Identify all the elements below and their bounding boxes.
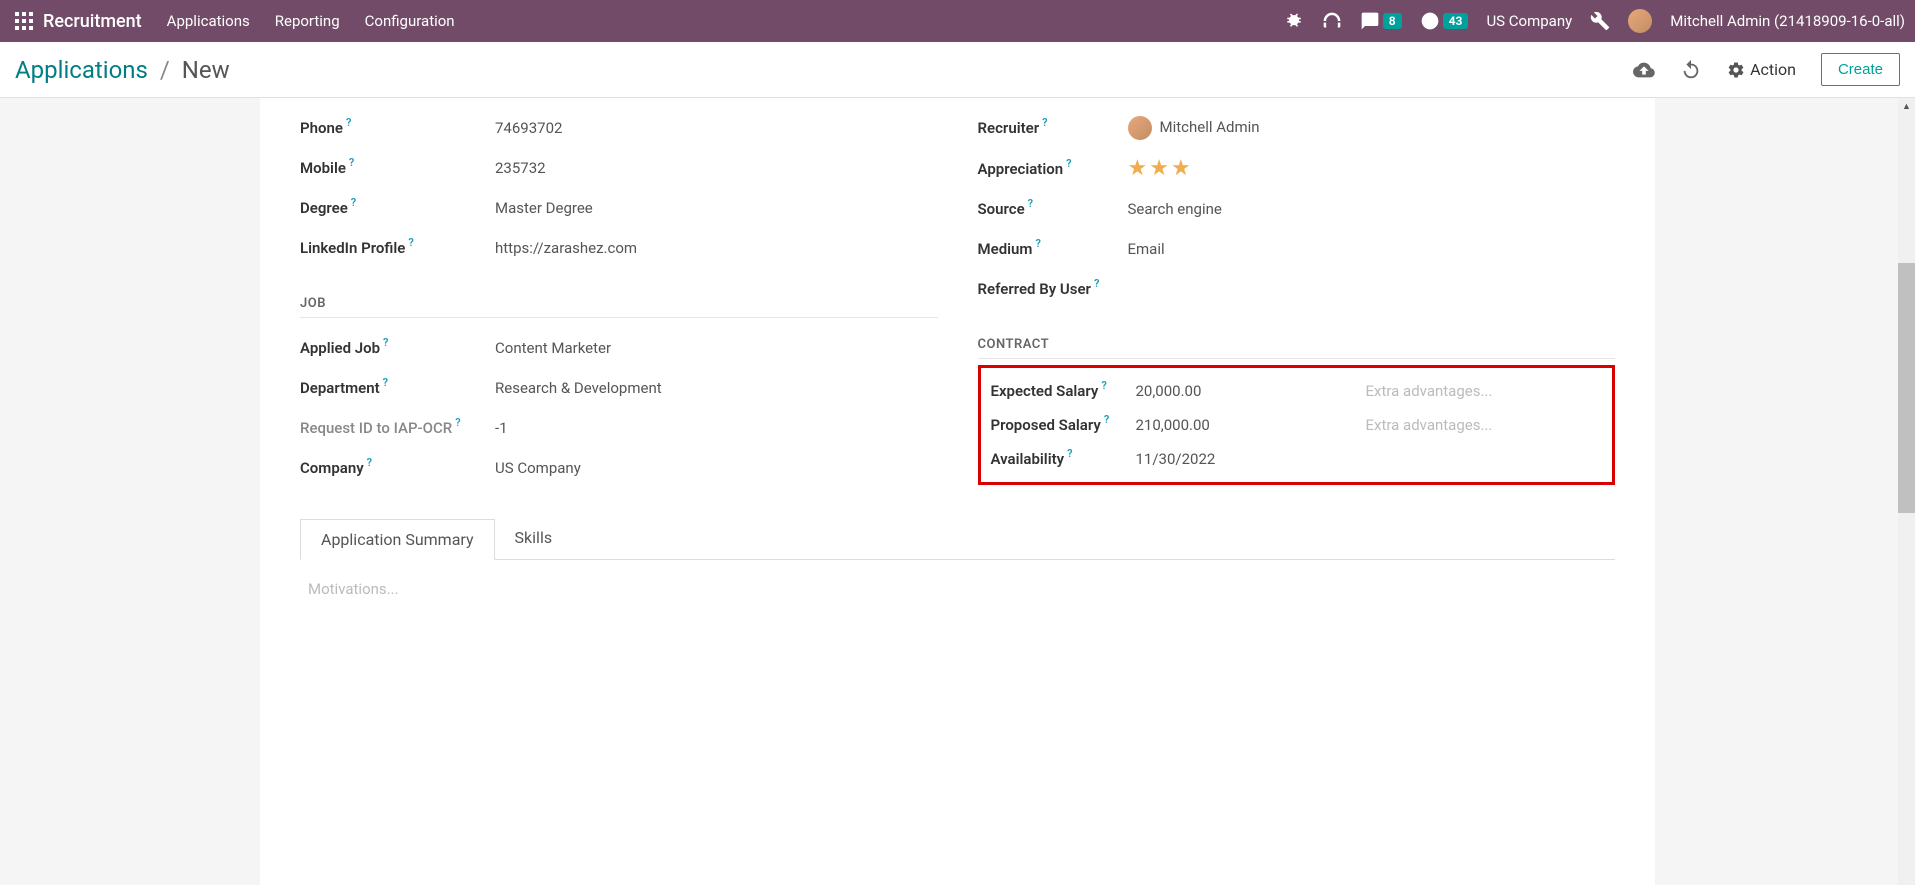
- recruiter-avatar: [1128, 116, 1152, 140]
- right-column: Recruiter? Mitchell Admin Appreciation? …: [978, 108, 1616, 488]
- help-icon[interactable]: ?: [346, 116, 351, 129]
- star-icon[interactable]: ★: [1171, 156, 1191, 181]
- value-linkedin[interactable]: https://zarashez.com: [495, 239, 938, 257]
- help-icon[interactable]: ?: [349, 156, 354, 169]
- value-source[interactable]: Search engine: [1128, 200, 1616, 218]
- help-icon[interactable]: ?: [383, 336, 388, 349]
- discard-icon[interactable]: [1680, 59, 1702, 81]
- label-request-id: Request ID to IAP-OCR: [300, 419, 452, 437]
- label-mobile: Mobile: [300, 159, 346, 177]
- app-name: Recruitment: [43, 11, 142, 32]
- value-medium[interactable]: Email: [1128, 240, 1616, 258]
- help-icon[interactable]: ?: [1028, 197, 1033, 210]
- bug-icon[interactable]: [1284, 11, 1304, 31]
- section-contract-header: CONTRACT: [978, 337, 1616, 359]
- help-icon[interactable]: ?: [383, 376, 388, 389]
- nav-configuration[interactable]: Configuration: [365, 12, 455, 30]
- label-linkedin: LinkedIn Profile: [300, 239, 405, 257]
- star-icon[interactable]: ★: [1128, 156, 1148, 181]
- tabs: Application Summary Skills: [300, 518, 1615, 560]
- label-proposed-salary: Proposed Salary: [991, 416, 1101, 434]
- user-name[interactable]: Mitchell Admin (21418909-16-0-all): [1670, 12, 1905, 30]
- value-degree[interactable]: Master Degree: [495, 199, 938, 217]
- action-button[interactable]: Action: [1727, 60, 1796, 79]
- value-appreciation[interactable]: ★ ★ ★: [1128, 156, 1616, 181]
- nav-reporting[interactable]: Reporting: [275, 12, 340, 30]
- label-phone: Phone: [300, 119, 343, 137]
- label-recruiter: Recruiter: [978, 119, 1040, 137]
- help-icon[interactable]: ?: [1104, 413, 1109, 426]
- activities-icon[interactable]: 43: [1420, 11, 1469, 31]
- label-applied-job: Applied Job: [300, 339, 380, 357]
- company-switcher[interactable]: US Company: [1486, 12, 1572, 30]
- user-avatar[interactable]: [1628, 9, 1652, 33]
- breadcrumb-actions: Action Create: [1633, 53, 1900, 86]
- left-column: Phone? 74693702 Mobile? 235732 Degree? M…: [300, 108, 938, 488]
- topbar: Recruitment Applications Reporting Confi…: [0, 0, 1915, 42]
- help-icon[interactable]: ?: [1042, 116, 1047, 129]
- placeholder-proposed-extra[interactable]: Extra advantages...: [1366, 416, 1493, 434]
- support-icon[interactable]: [1322, 11, 1342, 31]
- label-medium: Medium: [978, 240, 1033, 258]
- scrollbar[interactable]: ▲: [1898, 98, 1915, 885]
- section-job-header: JOB: [300, 296, 938, 318]
- value-request-id[interactable]: -1: [495, 419, 938, 437]
- topbar-right: 8 43 US Company Mitchell Admin (21418909…: [1284, 9, 1905, 33]
- motivations-placeholder[interactable]: Motivations...: [300, 560, 1615, 618]
- content-area: Phone? 74693702 Mobile? 235732 Degree? M…: [0, 98, 1915, 885]
- value-company[interactable]: US Company: [495, 459, 938, 477]
- save-icon[interactable]: [1633, 59, 1655, 81]
- label-department: Department: [300, 379, 380, 397]
- star-icon[interactable]: ★: [1149, 156, 1169, 181]
- label-referred: Referred By User: [978, 280, 1091, 298]
- messages-badge: 8: [1383, 13, 1402, 29]
- help-icon[interactable]: ?: [1094, 277, 1099, 290]
- value-department[interactable]: Research & Development: [495, 379, 938, 397]
- tab-application-summary[interactable]: Application Summary: [300, 519, 495, 560]
- help-icon[interactable]: ?: [408, 236, 413, 249]
- label-expected-salary: Expected Salary: [991, 382, 1099, 400]
- breadcrumb-parent[interactable]: Applications: [15, 56, 148, 84]
- value-applied-job[interactable]: Content Marketer: [495, 339, 938, 357]
- scrollbar-thumb[interactable]: [1898, 263, 1915, 513]
- value-expected-salary[interactable]: 20,000.00: [1136, 382, 1366, 400]
- tab-skills[interactable]: Skills: [495, 518, 573, 559]
- help-icon[interactable]: ?: [1066, 157, 1071, 170]
- label-availability: Availability: [991, 450, 1065, 468]
- label-source: Source: [978, 200, 1025, 218]
- placeholder-expected-extra[interactable]: Extra advantages...: [1366, 382, 1493, 400]
- help-icon[interactable]: ?: [367, 456, 372, 469]
- create-button[interactable]: Create: [1821, 53, 1900, 86]
- scroll-up-icon[interactable]: ▲: [1898, 98, 1915, 115]
- apps-menu-icon[interactable]: [15, 12, 33, 30]
- help-icon[interactable]: ?: [455, 416, 460, 429]
- breadcrumb: Applications / New: [15, 56, 230, 84]
- contract-highlight-box: Expected Salary? 20,000.00 Extra advanta…: [978, 365, 1616, 485]
- help-icon[interactable]: ?: [351, 196, 356, 209]
- label-degree: Degree: [300, 199, 348, 217]
- breadcrumb-bar: Applications / New Action Create: [0, 42, 1915, 98]
- value-availability[interactable]: 11/30/2022: [1136, 450, 1366, 468]
- value-recruiter[interactable]: Mitchell Admin: [1128, 116, 1616, 140]
- messages-icon[interactable]: 8: [1360, 11, 1402, 31]
- nav-applications[interactable]: Applications: [167, 12, 250, 30]
- breadcrumb-separator: /: [160, 56, 170, 84]
- tools-icon[interactable]: [1590, 11, 1610, 31]
- value-phone[interactable]: 74693702: [495, 119, 938, 137]
- label-company: Company: [300, 459, 364, 477]
- form-sheet: Phone? 74693702 Mobile? 235732 Degree? M…: [260, 98, 1655, 885]
- help-icon[interactable]: ?: [1067, 447, 1072, 460]
- breadcrumb-current: New: [182, 56, 230, 84]
- value-proposed-salary[interactable]: 210,000.00: [1136, 416, 1366, 434]
- help-icon[interactable]: ?: [1035, 237, 1040, 250]
- action-label: Action: [1750, 60, 1796, 79]
- label-appreciation: Appreciation: [978, 160, 1064, 178]
- value-mobile[interactable]: 235732: [495, 159, 938, 177]
- help-icon[interactable]: ?: [1101, 379, 1106, 392]
- activities-badge: 43: [1443, 13, 1469, 29]
